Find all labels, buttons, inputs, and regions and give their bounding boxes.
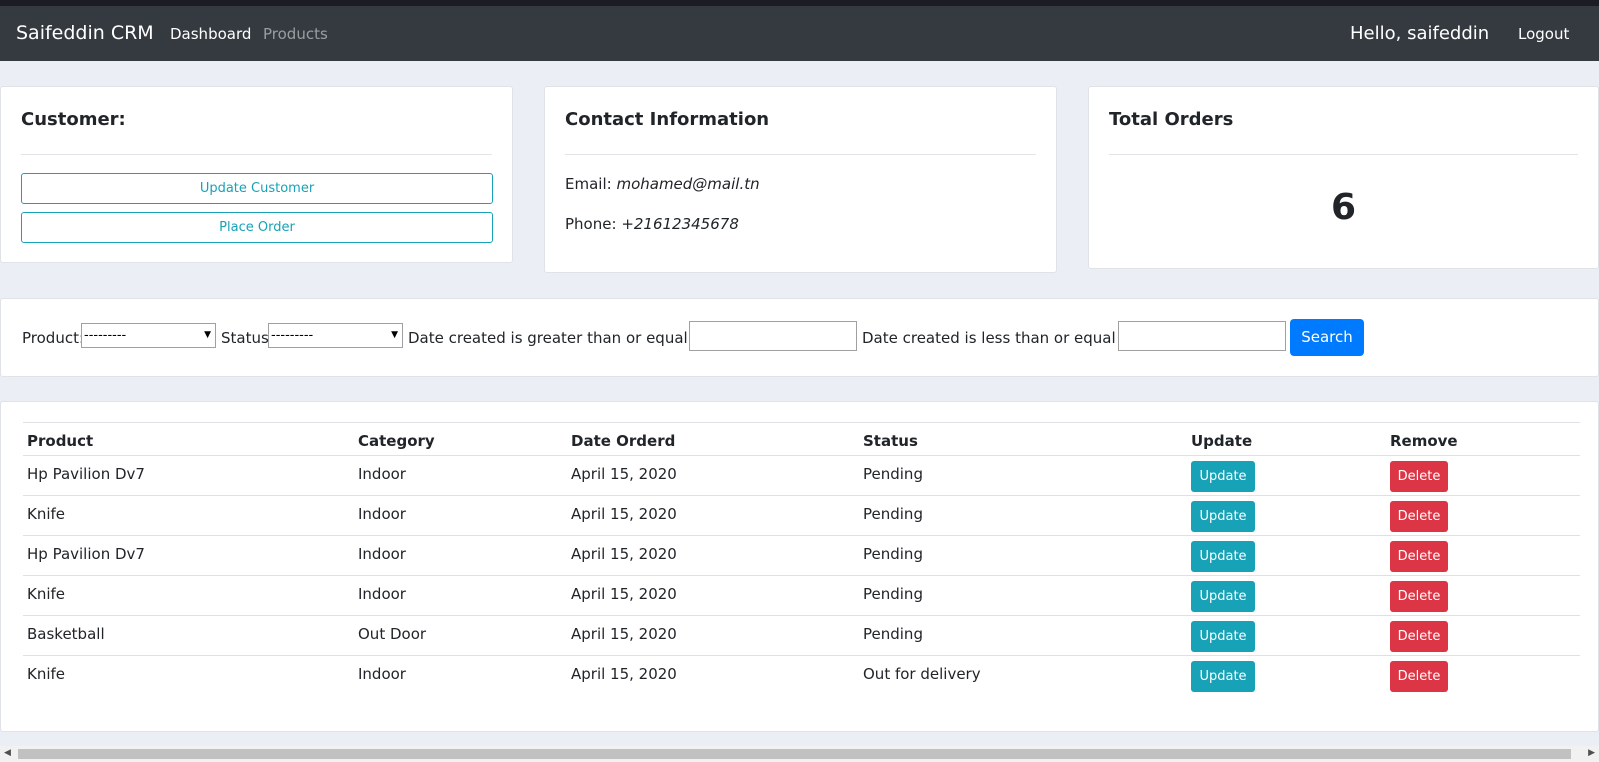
update-order-button[interactable]: Update — [1191, 541, 1255, 572]
cell-product: Basketball — [27, 625, 105, 643]
scrollbar-thumb[interactable] — [18, 749, 1571, 759]
customer-card: Customer: Update Customer Place Order — [0, 86, 513, 263]
search-button[interactable]: Search — [1290, 319, 1364, 356]
header-remove: Remove — [1390, 432, 1458, 450]
cell-category: Indoor — [358, 585, 406, 603]
phone-line: Phone: +21612345678 — [565, 215, 739, 233]
email-label: Email: — [565, 175, 612, 193]
cell-status: Pending — [863, 505, 923, 523]
header-update: Update — [1191, 432, 1253, 450]
product-filter-value: --------- — [84, 328, 127, 343]
dropdown-arrow-icon: ▼ — [391, 330, 398, 340]
header-date: Date Orderd — [571, 432, 676, 450]
cell-date: April 15, 2020 — [571, 545, 677, 563]
update-order-button[interactable]: Update — [1191, 581, 1255, 612]
scroll-right-icon[interactable]: ▶ — [1588, 748, 1595, 758]
divider — [1109, 154, 1578, 155]
customer-card-title: Customer: — [21, 109, 126, 130]
date-lte-input[interactable] — [1118, 321, 1286, 351]
row-divider — [23, 455, 1580, 456]
date-gte-input[interactable] — [689, 321, 857, 351]
divider — [565, 154, 1036, 155]
cell-date: April 15, 2020 — [571, 625, 677, 643]
table-top-border — [23, 422, 1580, 423]
filter-card: Product: --------- ▼ Status: --------- ▼… — [0, 298, 1599, 377]
cell-status: Pending — [863, 585, 923, 603]
total-orders-count: 6 — [1330, 187, 1357, 228]
email-line: Email: mohamed@mail.tn — [565, 175, 760, 193]
row-divider — [23, 535, 1580, 536]
product-filter-label: Product: — [22, 329, 85, 347]
date-lte-label: Date created is less than or equal to: — [862, 329, 1141, 347]
update-customer-button[interactable]: Update Customer — [21, 173, 493, 204]
cell-product: Knife — [27, 505, 66, 523]
phone-label: Phone: — [565, 215, 617, 233]
cell-product: Hp Pavilion Dv7 — [27, 465, 145, 483]
status-filter-select[interactable]: --------- ▼ — [268, 323, 403, 348]
delete-order-button[interactable]: Delete — [1390, 461, 1448, 492]
cell-status: Pending — [863, 545, 923, 563]
cell-status: Pending — [863, 465, 923, 483]
status-filter-label: Status: — [221, 329, 274, 347]
email-value: mohamed@mail.tn — [616, 175, 760, 193]
row-divider — [23, 575, 1580, 576]
header-category: Category — [358, 432, 435, 450]
cell-date: April 15, 2020 — [571, 665, 677, 683]
dropdown-arrow-icon: ▼ — [204, 330, 211, 340]
nav-link-products[interactable]: Products — [263, 25, 328, 43]
navbar: Saifeddin CRM Dashboard Products Hello, … — [0, 6, 1599, 61]
delete-order-button[interactable]: Delete — [1390, 621, 1448, 652]
brand-logo[interactable]: Saifeddin CRM — [16, 22, 154, 44]
horizontal-scrollbar[interactable]: ◀ ▶ — [0, 746, 1599, 762]
row-divider — [23, 655, 1580, 656]
cell-product: Knife — [27, 665, 66, 683]
logout-link[interactable]: Logout — [1518, 25, 1569, 43]
contact-card-title: Contact Information — [565, 109, 770, 130]
cell-category: Indoor — [358, 545, 406, 563]
product-filter-select[interactable]: --------- ▼ — [81, 323, 216, 348]
delete-order-button[interactable]: Delete — [1390, 661, 1448, 692]
total-orders-title: Total Orders — [1109, 109, 1234, 130]
place-order-button[interactable]: Place Order — [21, 212, 493, 243]
row-divider — [23, 615, 1580, 616]
delete-order-button[interactable]: Delete — [1390, 541, 1448, 572]
cell-category: Indoor — [358, 665, 406, 683]
cell-date: April 15, 2020 — [571, 505, 677, 523]
user-greeting: Hello, saifeddin — [1350, 23, 1490, 44]
cell-date: April 15, 2020 — [571, 465, 677, 483]
phone-value: +21612345678 — [621, 215, 739, 233]
cell-category: Out Door — [358, 625, 427, 643]
contact-card: Contact Information Email: mohamed@mail.… — [544, 86, 1057, 273]
divider — [21, 154, 492, 155]
cell-date: April 15, 2020 — [571, 585, 677, 603]
scroll-left-icon[interactable]: ◀ — [4, 748, 11, 758]
cell-category: Indoor — [358, 505, 406, 523]
update-order-button[interactable]: Update — [1191, 501, 1255, 532]
nav-link-dashboard[interactable]: Dashboard — [170, 25, 251, 43]
total-orders-card: Total Orders 6 — [1088, 86, 1599, 269]
cell-product: Hp Pavilion Dv7 — [27, 545, 145, 563]
header-status: Status — [863, 432, 918, 450]
orders-table-card: Product Category Date Orderd Status Upda… — [0, 401, 1599, 732]
cell-status: Out for delivery — [863, 665, 981, 683]
header-product: Product — [27, 432, 94, 450]
update-order-button[interactable]: Update — [1191, 621, 1255, 652]
cell-product: Knife — [27, 585, 66, 603]
date-gte-label: Date created is greater than or equal to… — [408, 329, 713, 347]
cell-category: Indoor — [358, 465, 406, 483]
cell-status: Pending — [863, 625, 923, 643]
update-order-button[interactable]: Update — [1191, 461, 1255, 492]
delete-order-button[interactable]: Delete — [1390, 581, 1448, 612]
update-order-button[interactable]: Update — [1191, 661, 1255, 692]
status-filter-value: --------- — [271, 328, 314, 343]
delete-order-button[interactable]: Delete — [1390, 501, 1448, 532]
row-divider — [23, 495, 1580, 496]
